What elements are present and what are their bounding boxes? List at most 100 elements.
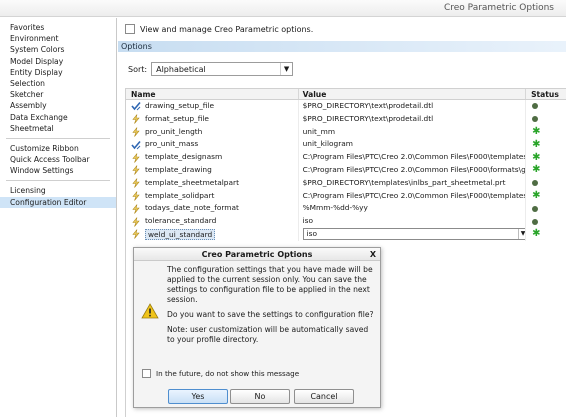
- lightning-icon: [131, 127, 141, 137]
- row-name-cell[interactable]: template_sheetmetalpart: [126, 176, 299, 190]
- lightning-icon: [131, 178, 141, 188]
- table-row[interactable]: weld_ui_standard iso ▼ ✱: [126, 227, 566, 241]
- row-status-cell: ✱: [526, 126, 566, 139]
- chevron-down-icon[interactable]: ▼: [517, 228, 525, 239]
- sidebar-item-entity-display[interactable]: Entity Display: [0, 67, 116, 78]
- title-bar: Creo Parametric Options: [0, 0, 566, 17]
- dialog-buttons: Yes No Cancel: [134, 389, 382, 405]
- dont-show-row: In the future, do not show this message: [142, 369, 299, 378]
- row-value-cell[interactable]: $PRO_DIRECTORY\text\prodetail.dtl: [299, 100, 527, 113]
- table-row[interactable]: format_setup_file $PRO_DIRECTORY\text\pro…: [126, 112, 566, 126]
- sidebar-item-configuration-editor[interactable]: Configuration Editor: [0, 196, 116, 208]
- row-value-cell[interactable]: C:\Program Files\PTC\Creo 2.0\Common Fil…: [299, 189, 527, 203]
- table-header: Name Value Status: [126, 89, 566, 100]
- sidebar-item-sketcher[interactable]: Sketcher: [0, 89, 116, 100]
- sidebar-item-quick-access-toolbar[interactable]: Quick Access Toolbar: [0, 154, 116, 165]
- table-row[interactable]: drawing_setup_file $PRO_DIRECTORY\text\pr…: [126, 100, 566, 113]
- option-name: template_designasm: [145, 152, 223, 162]
- row-name-cell[interactable]: todays_date_note_format: [126, 202, 299, 216]
- lightning-icon: [131, 152, 141, 163]
- row-status-cell: ✱: [526, 190, 566, 203]
- sidebar-item-model-display[interactable]: Model Display: [0, 56, 116, 67]
- row-value-cell[interactable]: unit_kilogram: [299, 138, 527, 152]
- row-value-cell[interactable]: C:\Program Files\PTC\Creo 2.0\Common Fil…: [299, 151, 527, 164]
- column-header-status[interactable]: Status: [526, 89, 566, 99]
- option-value: C:\Program Files\PTC\Creo 2.0\Common Fil…: [302, 190, 527, 200]
- table-row[interactable]: pro_unit_length unit_mm ✱: [126, 125, 566, 139]
- close-icon[interactable]: X: [370, 248, 376, 261]
- window-title: Creo Parametric Options: [443, 3, 554, 13]
- sort-value: Alphabetical: [156, 64, 206, 74]
- table-row[interactable]: template_solidpart C:\Program Files\PTC\C…: [126, 189, 566, 203]
- chevron-down-icon[interactable]: ▼: [280, 63, 292, 75]
- sidebar-item-assembly[interactable]: Assembly: [0, 100, 116, 111]
- row-value-cell[interactable]: $PRO_DIRECTORY\text\prodetail.dtl: [299, 112, 527, 126]
- row-status-cell: ✱: [526, 151, 566, 164]
- sidebar-item-environment[interactable]: Environment: [0, 33, 116, 44]
- row-name-cell[interactable]: tolerance_standard: [126, 215, 299, 228]
- row-name-cell[interactable]: template_designasm: [126, 151, 299, 164]
- dialog-message-3: Note: user customization will be automat…: [167, 325, 369, 344]
- sidebar-group-3: Licensing Configuration Editor: [0, 185, 116, 208]
- table-row[interactable]: template_drawing C:\Program Files\PTC\Cre…: [126, 163, 566, 177]
- cancel-button[interactable]: Cancel: [294, 389, 354, 404]
- row-name-cell[interactable]: pro_unit_length: [126, 125, 299, 139]
- row-name-cell[interactable]: format_setup_file: [126, 112, 299, 126]
- row-name-cell[interactable]: weld_ui_standard: [126, 227, 299, 241]
- view-manage-checkbox[interactable]: [125, 24, 135, 34]
- sidebar-item-sheetmetal[interactable]: Sheetmetal: [0, 123, 116, 134]
- yes-button[interactable]: Yes: [168, 389, 228, 404]
- sidebar-item-selection[interactable]: Selection: [0, 78, 116, 89]
- option-name: weld_ui_standard: [145, 228, 216, 240]
- dialog-body: The configuration settings that you have…: [167, 265, 377, 350]
- lightning-icon: [131, 216, 141, 227]
- row-name-cell[interactable]: template_solidpart: [126, 189, 299, 203]
- option-name: template_solidpart: [145, 190, 215, 200]
- sidebar-item-licensing[interactable]: Licensing: [0, 185, 116, 196]
- lightning-icon: [131, 114, 141, 124]
- row-status-cell: [526, 100, 566, 113]
- dialog-title-bar: Creo Parametric Options X: [134, 248, 380, 261]
- table-body: drawing_setup_file $PRO_DIRECTORY\text\pr…: [126, 100, 566, 241]
- table-row[interactable]: todays_date_note_format %Mmm-%dd-%yy: [126, 202, 566, 216]
- row-name-cell[interactable]: template_drawing: [126, 163, 299, 177]
- sidebar-group-1: Favorites Environment System Colors Mode…: [0, 22, 116, 134]
- sidebar-item-favorites[interactable]: Favorites: [0, 22, 116, 33]
- table-row[interactable]: pro_unit_mass unit_kilogram ✱: [126, 138, 566, 152]
- row-value-cell[interactable]: %Mmm-%dd-%yy: [299, 202, 527, 216]
- row-name-cell[interactable]: pro_unit_mass: [126, 138, 299, 152]
- sidebar-item-window-settings[interactable]: Window Settings: [0, 165, 116, 176]
- status-star-icon: ✱: [532, 164, 541, 176]
- option-name: format_setup_file: [145, 113, 209, 123]
- option-value: $PRO_DIRECTORY\templates\inlbs_part_shee…: [302, 177, 506, 187]
- sort-row: Sort: Alphabetical ▼: [128, 62, 294, 76]
- warning-icon: [141, 303, 159, 319]
- table-row[interactable]: tolerance_standard iso: [126, 215, 566, 228]
- check-pencil-icon: [131, 101, 141, 111]
- sidebar-item-system-colors[interactable]: System Colors: [0, 44, 116, 55]
- no-button[interactable]: No: [230, 389, 290, 404]
- column-header-value[interactable]: Value: [299, 89, 527, 99]
- dont-show-checkbox[interactable]: [142, 369, 151, 378]
- sidebar-item-data-exchange[interactable]: Data Exchange: [0, 112, 116, 123]
- row-value-cell[interactable]: unit_mm: [299, 125, 527, 139]
- row-value-cell[interactable]: iso ▼: [299, 227, 527, 241]
- dialog-message-1: The configuration settings that you have…: [167, 265, 373, 304]
- sidebar-item-customize-ribbon[interactable]: Customize Ribbon: [0, 143, 116, 154]
- row-value-cell[interactable]: C:\Program Files\PTC\Creo 2.0\Common Fil…: [299, 163, 527, 177]
- table-row[interactable]: template_sheetmetalpart $PRO_DIRECTORY\te…: [126, 176, 566, 190]
- option-value: unit_kilogram: [302, 139, 353, 149]
- value-select[interactable]: iso ▼: [302, 227, 526, 240]
- column-header-name[interactable]: Name: [126, 89, 299, 99]
- option-value: $PRO_DIRECTORY\text\prodetail.dtl: [302, 101, 434, 110]
- lightning-icon: [131, 229, 141, 240]
- row-value-cell[interactable]: $PRO_DIRECTORY\templates\inlbs_part_shee…: [299, 176, 527, 190]
- view-manage-label: View and manage Creo Parametric options.: [140, 24, 314, 34]
- option-name: pro_unit_length: [145, 126, 203, 136]
- option-name: tolerance_standard: [145, 216, 217, 226]
- status-dot-icon: [532, 116, 539, 123]
- sort-select[interactable]: Alphabetical ▼: [151, 62, 294, 76]
- table-row[interactable]: template_designasm C:\Program Files\PTC\C…: [126, 151, 566, 164]
- row-name-cell[interactable]: drawing_setup_file: [126, 100, 299, 113]
- row-value-cell[interactable]: iso: [299, 215, 527, 228]
